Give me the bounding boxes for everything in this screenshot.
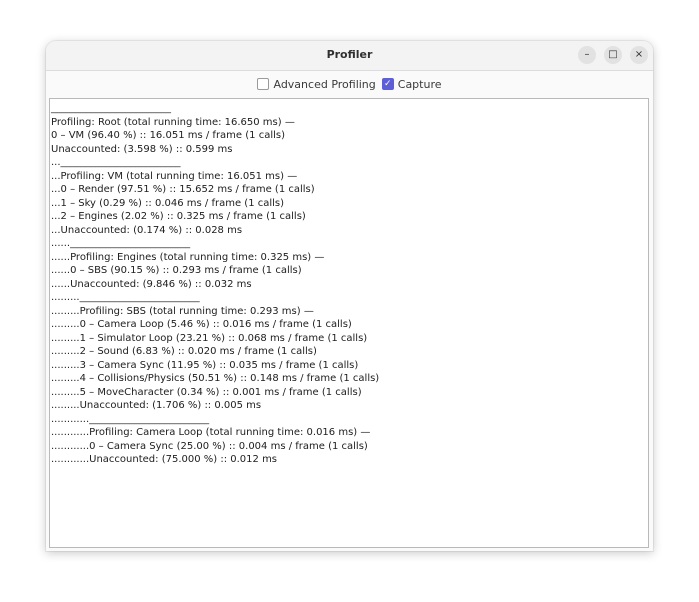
output-line: ............Unaccounted: (75.000 %) :: 0…	[51, 454, 278, 465]
output-line: Unaccounted: (3.598 %) :: 0.599 ms	[51, 143, 233, 155]
output-line: ............0 – Camera Sync (25.00 %) ::…	[51, 440, 368, 452]
capture-checkbox[interactable]: ✓ Capture	[381, 77, 442, 91]
advanced-profiling-label: Advanced Profiling	[273, 77, 376, 91]
profiler-window: Profiler – □ × Advanced Profiling ✓ Capt…	[46, 41, 653, 551]
output-line: .........1 – Simulator Loop (23.21 %) ::…	[51, 332, 368, 344]
output-line: ......________________________	[51, 238, 191, 249]
title-bar[interactable]: Profiler – □ ×	[46, 41, 653, 71]
output-line: .........2 – Sound (6.83 %) :: 0.020 ms …	[51, 346, 317, 357]
output-line: .........Unaccounted: (1.706 %) :: 0.005…	[51, 400, 262, 411]
output-line: .........________________________	[51, 292, 200, 303]
output-line: 0 – VM (96.40 %) :: 16.051 ms / frame (1…	[51, 130, 285, 141]
output-line: ...________________________	[51, 157, 181, 168]
output-line: ...Profiling: VM (total running time: 16…	[51, 170, 298, 182]
profiler-output-area[interactable]: ________________________ Profiling: Root …	[49, 98, 649, 548]
output-line: ......0 – SBS (90.15 %) :: 0.293 ms / fr…	[51, 265, 302, 276]
maximize-button[interactable]: □	[604, 46, 622, 64]
output-line: .........0 – Camera Loop (5.46 %) :: 0.0…	[51, 319, 352, 330]
options-toolbar: Advanced Profiling ✓ Capture	[46, 71, 653, 97]
output-line: ............________________________	[51, 413, 210, 425]
window-title: Profiler	[326, 48, 373, 61]
advanced-profiling-checkbox[interactable]: Advanced Profiling	[257, 77, 376, 91]
output-line: ...Unaccounted: (0.174 %) :: 0.028 ms	[51, 224, 243, 236]
output-line: ......Profiling: Engines (total running …	[51, 251, 325, 263]
output-line: .........5 – MoveCharacter (0.34 %) :: 0…	[51, 386, 362, 398]
checkbox-unchecked-icon[interactable]	[257, 78, 270, 90]
output-line: Profiling: Root (total running time: 16.…	[51, 116, 295, 128]
minimize-button[interactable]: –	[578, 46, 596, 64]
output-line: .........4 – Collisions/Physics (50.51 %…	[51, 373, 380, 384]
checkbox-checked-icon[interactable]: ✓	[381, 78, 394, 90]
output-line: .........3 – Camera Sync (11.95 %) :: 0.…	[51, 359, 359, 371]
output-line: ...0 – Render (97.51 %) :: 15.652 ms / f…	[51, 184, 315, 195]
output-line: ............Profiling: Camera Loop (tota…	[51, 427, 371, 438]
output-line: ......Unaccounted: (9.846 %) :: 0.032 ms	[51, 278, 252, 290]
output-line: ...2 – Engines (2.02 %) :: 0.325 ms / fr…	[51, 211, 306, 222]
output-line: .........Profiling: SBS (total running t…	[51, 305, 314, 317]
close-button[interactable]: ×	[630, 46, 648, 64]
capture-label: Capture	[397, 77, 442, 91]
output-line: ________________________	[51, 103, 171, 114]
output-line: ...1 – Sky (0.29 %) :: 0.046 ms / frame …	[51, 197, 285, 209]
